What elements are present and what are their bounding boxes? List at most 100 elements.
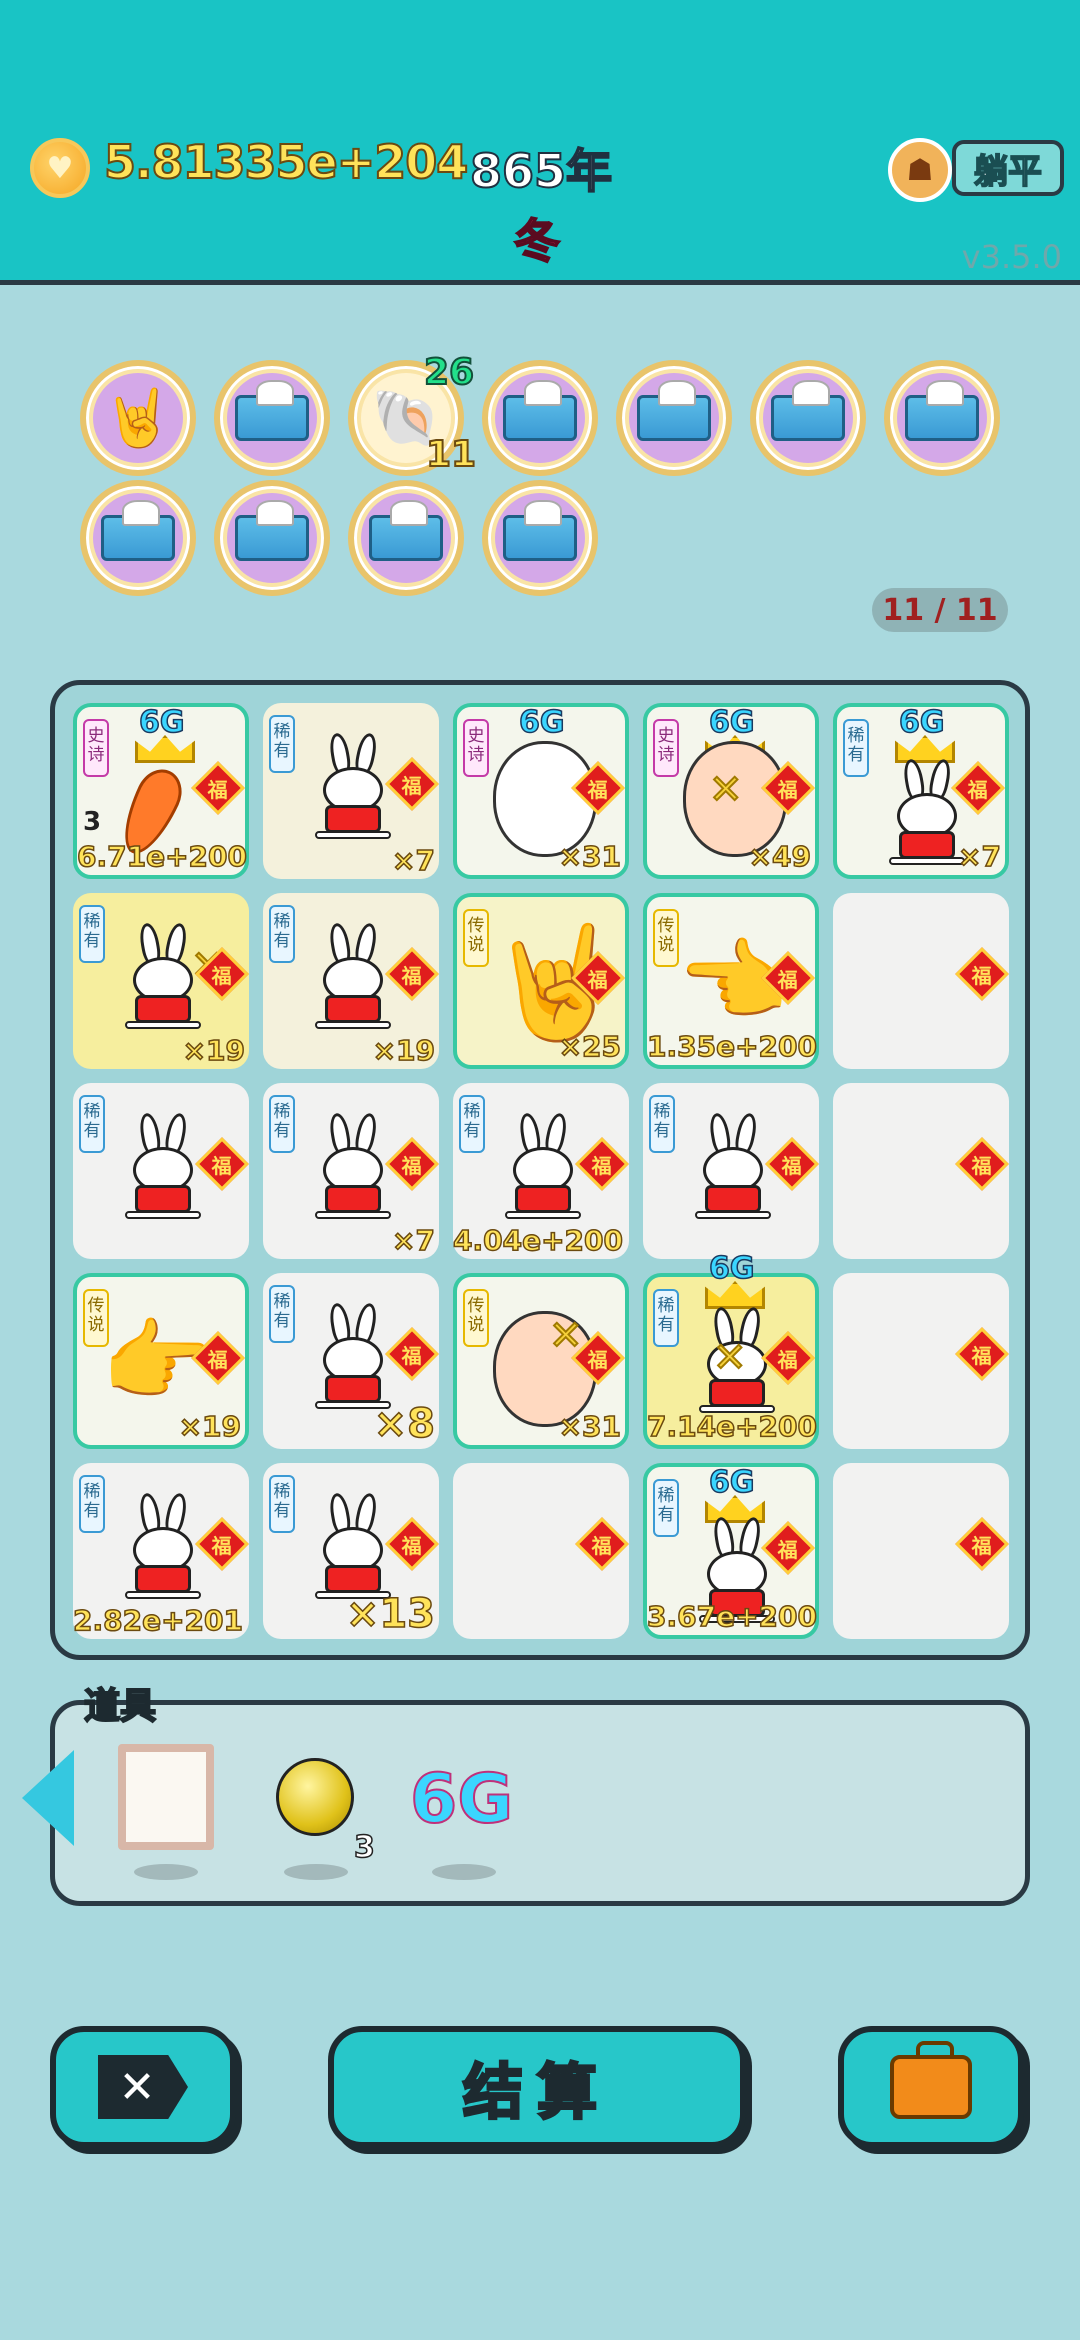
board-cell[interactable]: 稀有 福 4.04e+200: [452, 1083, 629, 1259]
item-tissue-box[interactable]: [750, 360, 866, 476]
frame-tool-icon[interactable]: [118, 1744, 214, 1850]
coin-balance: 5.81335e+204: [103, 134, 469, 190]
cell-count: ×7: [391, 1223, 435, 1258]
tissue-box-icon: [905, 380, 979, 441]
tools-title: 道具: [83, 1685, 157, 1728]
board-cell-empty[interactable]: 福: [833, 1463, 1009, 1639]
board-cell[interactable]: 稀有 福 2.82e+201: [72, 1463, 249, 1639]
ball-tool-icon[interactable]: [276, 1758, 354, 1836]
cell-count: ×8: [373, 1400, 436, 1448]
rabbit-icon: [313, 921, 393, 1033]
lie-flat-button[interactable]: 躺平: [952, 140, 1064, 196]
rabbit-icon: [693, 1111, 773, 1223]
rarity-tag: 传说: [653, 909, 679, 967]
lock-icon[interactable]: ☗: [888, 138, 952, 202]
fu-badge: 福: [385, 757, 439, 811]
item-tissue-box[interactable]: [884, 360, 1000, 476]
item-tissue-box[interactable]: [482, 360, 598, 476]
coin-icon: ♥: [30, 138, 90, 198]
item-counter: 11 / 11: [872, 588, 1008, 632]
board-cell[interactable]: 史诗 6G 福 ×31: [453, 703, 629, 879]
item-tissue-box[interactable]: [348, 480, 464, 596]
rarity-tag: 史诗: [463, 719, 489, 777]
fu-badge: 福: [191, 761, 245, 815]
board-cell-empty[interactable]: 福: [833, 1083, 1009, 1259]
fu-badge: 福: [955, 947, 1009, 1001]
rarity-tag: 稀有: [269, 1095, 295, 1153]
briefcase-icon: [890, 2041, 972, 2119]
item-tissue-box[interactable]: [214, 480, 330, 596]
cell-count: ×19: [372, 1033, 436, 1068]
rabbit-icon: [313, 1301, 393, 1413]
fu-badge: 福: [385, 1517, 439, 1571]
tissue-box-icon: [235, 500, 309, 561]
slot-board: 史诗 6G 3 福 6.71e+200 稀有 福 ×7 史诗 6G 福 ×31 …: [50, 680, 1030, 1660]
board-cell[interactable]: 稀有 福 ×7: [263, 1083, 439, 1259]
rarity-tag: 传说: [463, 909, 489, 967]
tool-shadow: [134, 1864, 198, 1880]
rarity-tag: 稀有: [649, 1095, 675, 1153]
board-cell[interactable]: 稀有 福 ×19: [263, 893, 439, 1069]
cell-count: 3.67e+200: [646, 1599, 817, 1634]
rarity-tag: 稀有: [843, 719, 869, 777]
board-cell[interactable]: 史诗 6G 3 福 6.71e+200: [73, 703, 249, 879]
rabbit-icon: [313, 1491, 393, 1603]
fu-badge: 福: [575, 1137, 629, 1191]
shell-top-number: 26: [423, 351, 475, 394]
board-cell-empty[interactable]: 福: [833, 1273, 1009, 1449]
rarity-tag: 史诗: [653, 719, 679, 777]
board-cell[interactable]: 稀有 福: [643, 1083, 819, 1259]
rabbit-icon: [503, 1111, 583, 1223]
item-tissue-box[interactable]: [214, 360, 330, 476]
board-cell[interactable]: 传说 🤘 福 ×25: [453, 893, 629, 1069]
tissue-box-icon: [503, 500, 577, 561]
board-cell-empty[interactable]: 福: [453, 1463, 629, 1639]
board-cell-empty[interactable]: 福: [833, 893, 1009, 1069]
sixg-label: 6G: [898, 704, 945, 741]
fu-badge: 福: [955, 1327, 1009, 1381]
bag-button[interactable]: [838, 2026, 1024, 2148]
rarity-tag: 稀有: [653, 1289, 679, 1347]
item-tissue-box[interactable]: [616, 360, 732, 476]
rarity-tag: 传说: [463, 1289, 489, 1347]
sixg-label: 6G: [138, 704, 185, 741]
board-cell[interactable]: 稀有 福 ×7: [263, 703, 439, 879]
board-cell[interactable]: 稀有 6G ✕ 福 7.14e+200: [643, 1250, 819, 1449]
board-cell[interactable]: 稀有 6G 福 3.67e+200: [643, 1463, 819, 1639]
rarity-tag: 史诗: [83, 719, 109, 777]
rabbit-icon: [313, 1111, 393, 1223]
fu-badge: 福: [765, 1137, 819, 1191]
board-cell[interactable]: 稀有 福: [73, 1083, 249, 1259]
tissue-box-icon: [503, 380, 577, 441]
board-cell[interactable]: 传说 👉 福 ×19: [73, 1273, 249, 1449]
rabbit-icon: [123, 1491, 203, 1603]
fu-badge: 福: [955, 1137, 1009, 1191]
tissue-box-icon: [235, 380, 309, 441]
cell-count: ×31: [558, 1409, 622, 1444]
tools-back-arrow-icon[interactable]: [22, 1750, 74, 1846]
settle-button[interactable]: 结算: [328, 2026, 746, 2148]
item-tissue-box[interactable]: [80, 480, 196, 596]
sixg-label: 6G: [708, 1464, 755, 1501]
board-cell[interactable]: 稀有 ✕ 福 ×19: [73, 893, 249, 1069]
board-cell[interactable]: 稀有 6G 福 ×7: [833, 703, 1009, 879]
ball-tool-count: 3: [353, 1829, 375, 1866]
rarity-tag: 稀有: [79, 1475, 105, 1533]
board-cell[interactable]: 传说 👈 福 1.35e+200: [643, 893, 819, 1069]
board-cell[interactable]: 稀有 福 ×13: [263, 1463, 439, 1639]
cell-count: 7.14e+200: [646, 1409, 817, 1444]
item-hand-rock[interactable]: 🤘: [80, 360, 196, 476]
board-cell[interactable]: 稀有 福 ×8: [263, 1273, 439, 1449]
rarity-tag: 稀有: [269, 905, 295, 963]
close-button[interactable]: ✕: [50, 2026, 236, 2148]
sixg-tool[interactable]: 6G: [409, 1759, 514, 1840]
top-bar: ♥ 5.81335e+204 865年 冬 ☗ 躺平 v3.5.0: [0, 0, 1080, 285]
board-cell[interactable]: 史诗 6G ✕ 福 ×49: [643, 703, 819, 879]
rabbit-icon: [313, 731, 393, 843]
fu-badge: 福: [955, 1517, 1009, 1571]
cell-count: ×7: [957, 839, 1001, 874]
rarity-tag: 稀有: [79, 905, 105, 963]
item-tissue-box[interactable]: [482, 480, 598, 596]
version-label: v3.5.0: [961, 238, 1062, 276]
board-cell[interactable]: 传说 ✕ 福 ×31: [453, 1273, 629, 1449]
